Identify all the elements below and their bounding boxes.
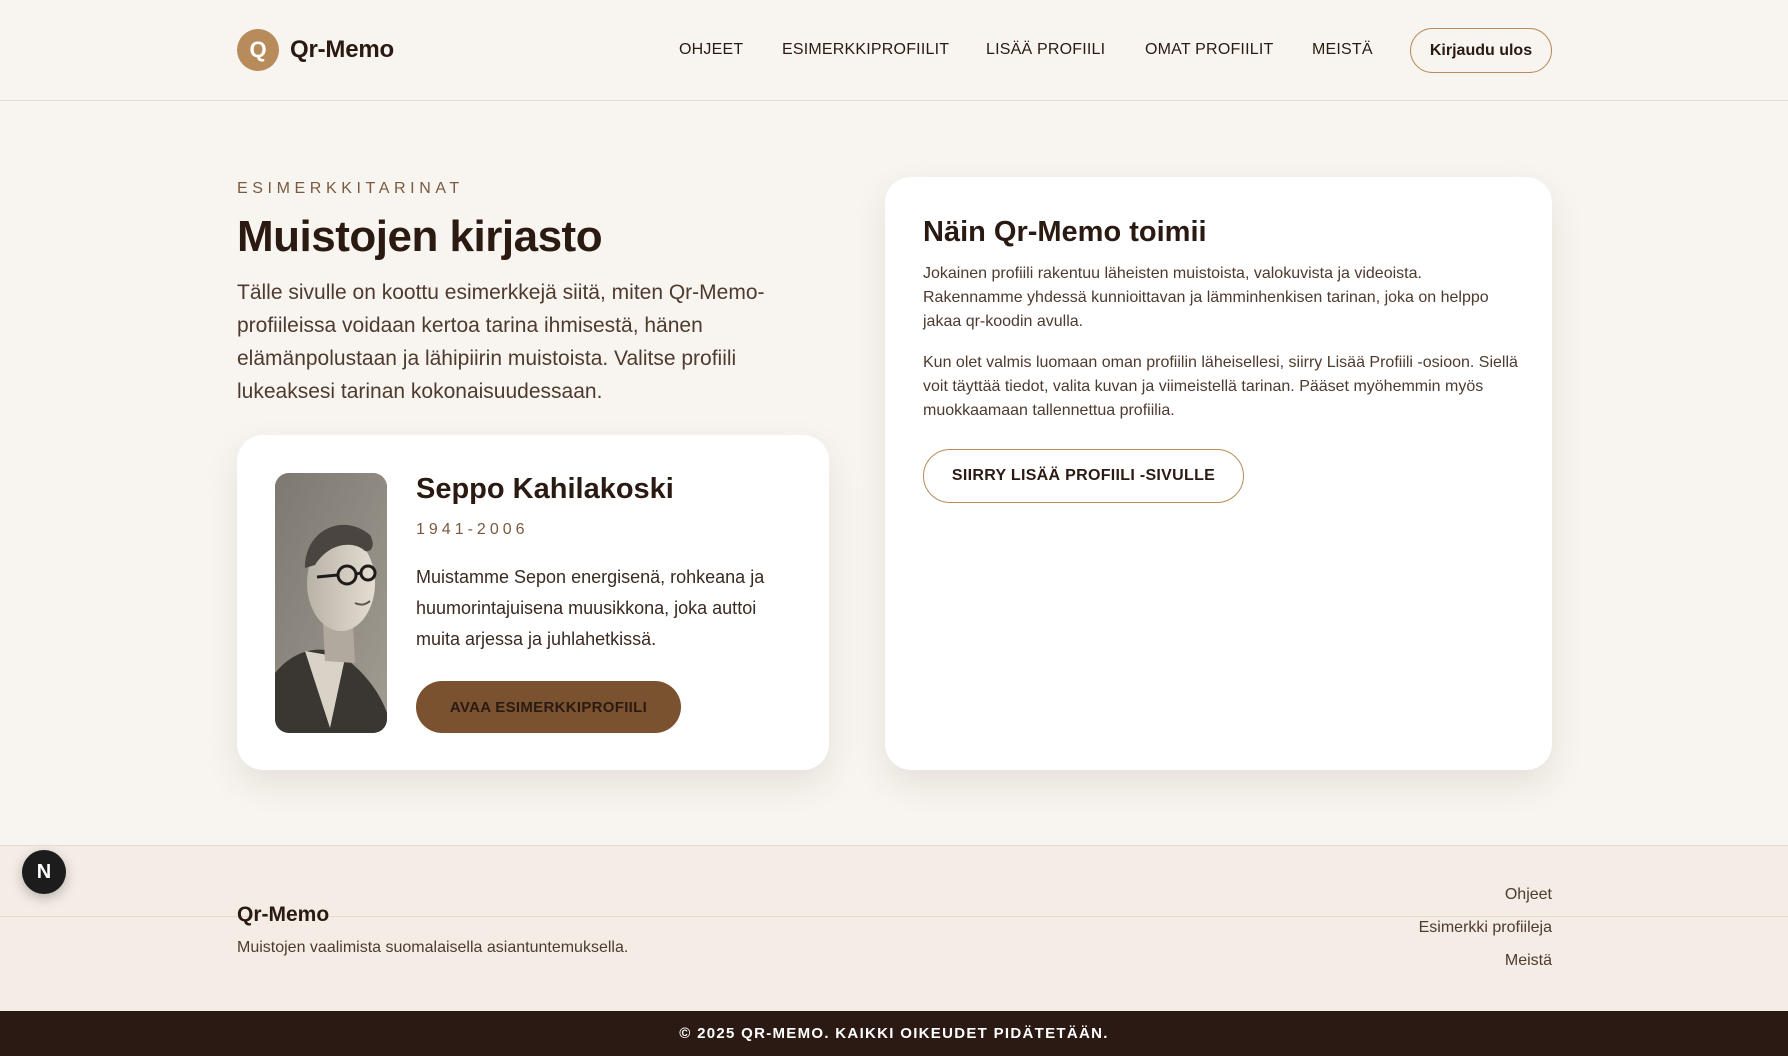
section-eyebrow: ESIMERKKITARINAT — [237, 180, 464, 197]
nav-item-ohjeet[interactable]: OHJEET — [679, 41, 743, 59]
site-header: Q Qr-Memo OHJEET ESIMERKKIPROFIILIT LISÄ… — [0, 0, 1788, 101]
page-description: Tälle sivulle on koottu esimerkkejä siit… — [237, 281, 765, 403]
site-footer: Qr-Memo Muistojen vaalimista suomalaisel… — [0, 845, 1788, 1011]
go-to-add-profile-button[interactable]: SIIRRY LISÄÄ PROFIILI -SIVULLE — [923, 449, 1244, 503]
logo-text: Qr-Memo — [290, 36, 394, 63]
example-profile-card: Seppo Kahilakoski 1941-2006 Muistamme Se… — [237, 435, 829, 770]
profile-portrait-photo — [275, 473, 387, 733]
footer-link-esimerkki-profiileja[interactable]: Esimerkki profiileja — [1419, 919, 1552, 937]
nav-item-omat-profiilit[interactable]: OMAT PROFIILIT — [1145, 41, 1273, 59]
nav-item-esimerkkiprofiilit[interactable]: ESIMERKKIPROFIILIT — [782, 41, 949, 59]
profile-years: 1941-2006 — [416, 521, 529, 538]
footer-link-meista[interactable]: Meistä — [1505, 952, 1552, 970]
dev-tools-badge-icon[interactable]: N — [22, 850, 66, 894]
profile-name: Seppo Kahilakoski — [416, 473, 674, 505]
how-it-works-paragraph-2: Kun olet valmis luomaan oman profiilin l… — [923, 354, 1518, 419]
open-example-profile-button[interactable]: AVAA ESIMERKKIPROFIILI — [416, 681, 681, 733]
how-it-works-paragraph-1: Jokainen profiili rakentuu läheisten mui… — [923, 265, 1489, 330]
profile-description: Muistamme Sepon energisenä, rohkeana ja … — [416, 567, 765, 649]
page-title: Muistojen kirjasto — [237, 212, 603, 261]
footer-tagline: Muistojen vaalimista suomalaisella asian… — [237, 939, 629, 956]
site-logo[interactable]: Q Qr-Memo — [237, 29, 394, 71]
footer-brand: Qr-Memo — [237, 903, 330, 926]
portrait-image — [275, 473, 387, 733]
nav-item-meista[interactable]: MEISTÄ — [1312, 41, 1373, 59]
how-it-works-card: Näin Qr-Memo toimii Jokainen profiili ra… — [885, 177, 1552, 770]
copyright-bar: © 2025 QR-MEMO. KAIKKI OIKEUDET PIDÄTETÄ… — [0, 1011, 1788, 1056]
logout-button[interactable]: Kirjaudu ulos — [1410, 28, 1552, 73]
footer-link-ohjeet[interactable]: Ohjeet — [1505, 886, 1552, 904]
nav-item-lisaa-profiili[interactable]: LISÄÄ PROFIILI — [986, 41, 1105, 59]
logo-mark: Q — [237, 29, 279, 71]
how-it-works-title: Näin Qr-Memo toimii — [923, 216, 1207, 248]
